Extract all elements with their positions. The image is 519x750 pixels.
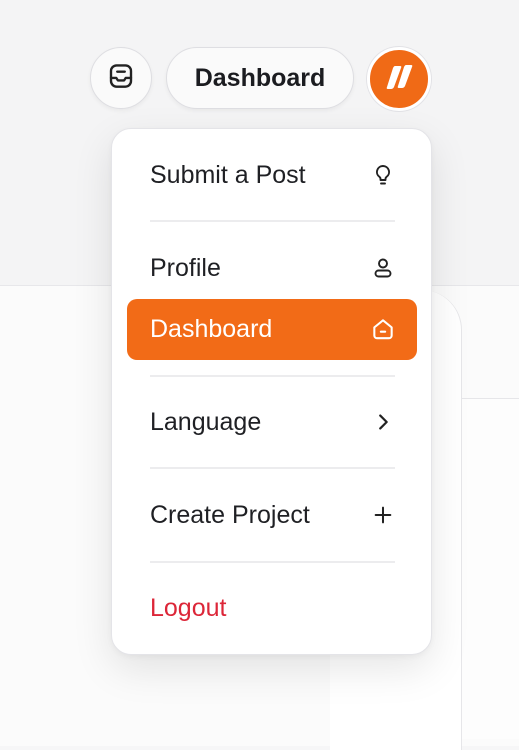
menu-item-submit-post[interactable]: Submit a Post [150, 155, 396, 195]
lightbulb-icon [370, 162, 396, 188]
menu-item-label: Profile [150, 253, 221, 282]
menu-item-label: Submit a Post [150, 160, 306, 189]
menu-item-label: Logout [150, 593, 227, 622]
user-dropdown-menu [111, 128, 432, 655]
dashboard-button-label: Dashboard [194, 63, 326, 92]
menu-item-language[interactable]: Language [150, 402, 396, 442]
menu-item-logout[interactable]: Logout [150, 588, 396, 628]
menu-divider [150, 375, 395, 377]
brand-logo-icon [382, 60, 416, 99]
menu-divider [150, 561, 395, 563]
menu-divider [150, 220, 395, 222]
plus-icon [370, 502, 396, 528]
menu-item-label: Language [150, 407, 262, 436]
inbox-button[interactable] [90, 47, 152, 109]
menu-divider [150, 467, 395, 469]
home-icon [370, 316, 396, 342]
dashboard-button[interactable]: Dashboard [166, 47, 354, 109]
chevron-right-icon [370, 409, 396, 435]
inbox-icon [106, 61, 136, 96]
menu-item-create-project[interactable]: Create Project [150, 495, 396, 535]
menu-item-dashboard[interactable]: Dashboard [150, 309, 396, 349]
menu-item-label: Dashboard [150, 314, 273, 343]
menu-item-label: Create Project [150, 500, 310, 529]
background-panel-right [462, 398, 519, 739]
menu-item-profile[interactable]: Profile [150, 248, 396, 288]
user-icon [370, 255, 396, 281]
user-avatar[interactable] [367, 47, 431, 111]
